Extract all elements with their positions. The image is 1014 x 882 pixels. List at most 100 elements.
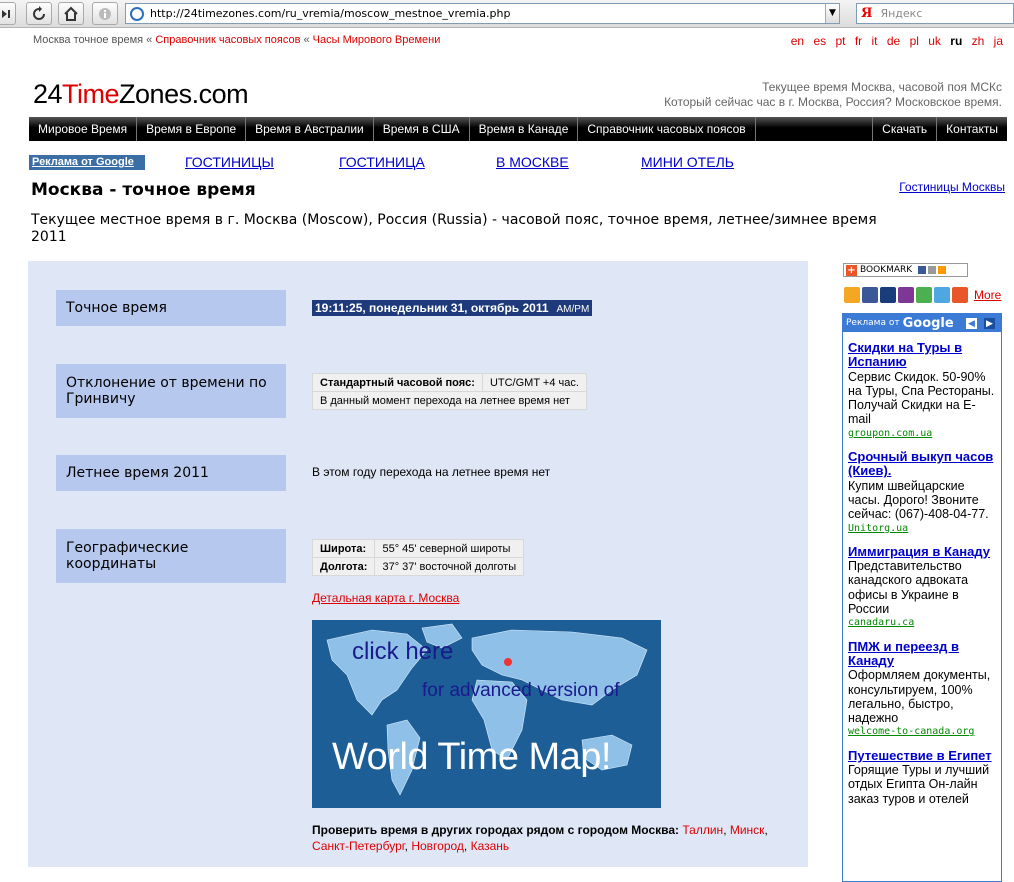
bookmark-label: BOOKMARK <box>860 265 913 275</box>
logo-part: Zones <box>119 79 192 109</box>
nav-contacts[interactable]: Контакты <box>936 117 1007 141</box>
digg-icon <box>928 266 937 274</box>
ad-title[interactable]: Иммиграция в Канаду <box>848 544 997 559</box>
home-button[interactable] <box>58 2 84 25</box>
nav-timezones[interactable]: Справочник часовых поясов <box>578 117 756 141</box>
logo-part: Time <box>62 79 120 109</box>
google-logo: Google <box>902 315 954 331</box>
moscow-hotels-link[interactable]: Гостиницы Москвы <box>899 180 1005 194</box>
logo-part: .com <box>191 79 249 109</box>
reload-button[interactable] <box>26 2 52 25</box>
lon-value: 37° 37' восточной долготы <box>374 557 525 576</box>
twitter-icon[interactable] <box>934 287 950 303</box>
city-link-spb[interactable]: Санкт-Петербург <box>312 839 405 853</box>
chevron-down-icon[interactable]: ▼ <box>825 4 839 23</box>
ad-url[interactable]: groupon.com.ua <box>848 427 997 441</box>
breadcrumb-link-timezones[interactable]: Справочник часовых поясов <box>155 34 300 46</box>
chevron-right-icon[interactable]: ▶ <box>983 317 996 330</box>
ad-title[interactable]: ПМЖ и переезд в Канаду <box>848 639 997 669</box>
ad-url[interactable]: canadaru.ca <box>848 616 997 630</box>
nav-canada[interactable]: Время в Канаде <box>470 117 579 141</box>
page-description: Текущее местное время в г. Москва (Mosco… <box>31 212 877 245</box>
nav-download[interactable]: Скачать <box>872 117 936 141</box>
ad-title[interactable]: Скидки на Туры в Испанию <box>848 340 997 370</box>
nav-world-time[interactable]: Мировое Время <box>29 117 138 141</box>
ad-item[interactable]: Путешествие в Египет Горящие Туры и лучш… <box>843 748 1001 806</box>
myspace-icon[interactable] <box>880 287 896 303</box>
lat-value: 55° 45' северной широты <box>374 539 525 558</box>
city-link-minsk[interactable]: Минск <box>730 823 765 837</box>
forward-icon <box>2 9 10 18</box>
lang-ja[interactable]: ja <box>994 34 1003 48</box>
world-time-map-banner[interactable]: click here for advanced version of World… <box>312 620 661 808</box>
lang-it[interactable]: it <box>872 34 878 48</box>
ad-desc: Горящие Туры и лучший отдых Египта Он-ла… <box>848 763 990 806</box>
current-time: 19:11:25, понедельник 31, октябрь 2011 AM… <box>312 300 593 316</box>
more-share-link[interactable]: More <box>974 288 1001 302</box>
logo-part: 24 <box>33 79 63 109</box>
lang-zh[interactable]: zh <box>972 34 985 48</box>
ad-link-moscow[interactable]: В МОСКВЕ <box>496 154 569 170</box>
ad-item[interactable]: ПМЖ и переезд в Канаду Оформляем докумен… <box>843 639 1001 740</box>
favorites-icon[interactable] <box>844 287 860 303</box>
ampm-toggle[interactable]: AM/PM <box>557 304 590 315</box>
dst-note: В данный момент перехода на летнее время… <box>312 391 587 410</box>
nav-australia[interactable]: Время в Австралии <box>246 117 374 141</box>
google-ads-label[interactable]: Реклама от Google <box>29 155 145 170</box>
city-link-kazan[interactable]: Казань <box>471 839 510 853</box>
banner-line1: click here <box>352 638 454 665</box>
site-logo[interactable]: 24TimeZones.com <box>33 79 249 110</box>
moscow-marker-icon <box>504 658 512 666</box>
ad-item[interactable]: Иммиграция в Канаду Представительство ка… <box>843 544 1001 631</box>
ads-header-label: Реклама от <box>846 318 900 328</box>
info-icon <box>99 7 111 20</box>
globe-icon <box>130 6 144 21</box>
lang-de[interactable]: de <box>887 34 900 48</box>
page-title: Москва - точное время <box>31 180 256 200</box>
google-icon[interactable] <box>916 287 932 303</box>
lang-en[interactable]: en <box>791 34 804 48</box>
ad-link-hotel[interactable]: ГОСТИНИЦА <box>339 154 425 170</box>
ad-item[interactable]: Срочный выкуп часов (Киев). Купим швейца… <box>843 450 1001 536</box>
nav-europe[interactable]: Время в Европе <box>137 117 247 141</box>
chevron-left-icon[interactable]: ◀ <box>965 317 978 330</box>
tagline-line: Который сейчас час в г. Москва, Россия? … <box>664 95 1002 109</box>
url-text: http://24timezones.com/ru_vremia/moscow_… <box>150 7 511 20</box>
coordinates-table: Широта: 55° 45' северной широты Долгота: 3… <box>311 539 525 576</box>
city-link-tallinn[interactable]: Таллин <box>682 823 723 837</box>
coordinates-table-wrap: Широта: 55° 45' северной широты Долгота: 3… <box>311 539 525 576</box>
nav-usa[interactable]: Время в США <box>374 117 470 141</box>
ad-title[interactable]: Путешествие в Египет <box>848 748 997 763</box>
detailed-map-link[interactable]: Детальная карта г. Москва <box>312 591 459 605</box>
banner-line3: World Time Map! <box>332 736 611 778</box>
address-bar[interactable]: http://24timezones.com/ru_vremia/moscow_… <box>125 3 840 24</box>
ad-title[interactable]: Срочный выкуп часов (Киев). <box>848 450 997 479</box>
google-ads-sidebar: Реклама от Google ◀ ▶ Скидки на Туры в И… <box>842 313 1002 882</box>
tz-key: Стандартный часовой пояс: <box>312 373 483 392</box>
ad-url[interactable]: Unitorg.ua <box>848 522 997 536</box>
lang-pl[interactable]: pl <box>910 34 919 48</box>
city-link-novgorod[interactable]: Новгород <box>411 839 464 853</box>
lang-pt[interactable]: pt <box>835 34 845 48</box>
ad-item[interactable]: Скидки на Туры в Испанию Сервис Скидок. … <box>843 340 1001 441</box>
ad-url[interactable]: welcome-to-canada.org <box>848 725 997 739</box>
forward-button[interactable] <box>0 2 16 25</box>
facebook-icon[interactable] <box>862 287 878 303</box>
search-box[interactable]: Я Яндекс <box>856 3 1014 24</box>
lang-fr[interactable]: fr <box>855 34 862 48</box>
bookmark-button[interactable]: + BOOKMARK <box>843 263 968 277</box>
gmt-offset-label: Отклонение от времени по Гринвичу <box>56 364 286 418</box>
lang-uk[interactable]: uk <box>928 34 941 48</box>
info-button[interactable] <box>92 2 118 25</box>
breadcrumb-link-world-clock[interactable]: Часы Мирового Времени <box>313 34 441 46</box>
share-plus-icon[interactable] <box>952 287 968 303</box>
lang-ru-current: ru <box>950 34 963 48</box>
main-nav: Мировое Время Время в Европе Время в Авс… <box>29 117 1007 141</box>
ad-link-mini-hotel[interactable]: МИНИ ОТЕЛЬ <box>641 154 734 170</box>
tagline-line: Текущее время Москва, часовой поя МСКс <box>762 80 1002 94</box>
nearby-cities: Проверить время в других городах рядом с… <box>312 823 768 853</box>
digg-icon[interactable] <box>898 287 914 303</box>
lang-es[interactable]: es <box>813 34 826 48</box>
info-panel: Точное время 19:11:25, понедельник 31, о… <box>28 261 808 867</box>
ad-link-hotels[interactable]: ГОСТИНИЦЫ <box>185 154 274 170</box>
